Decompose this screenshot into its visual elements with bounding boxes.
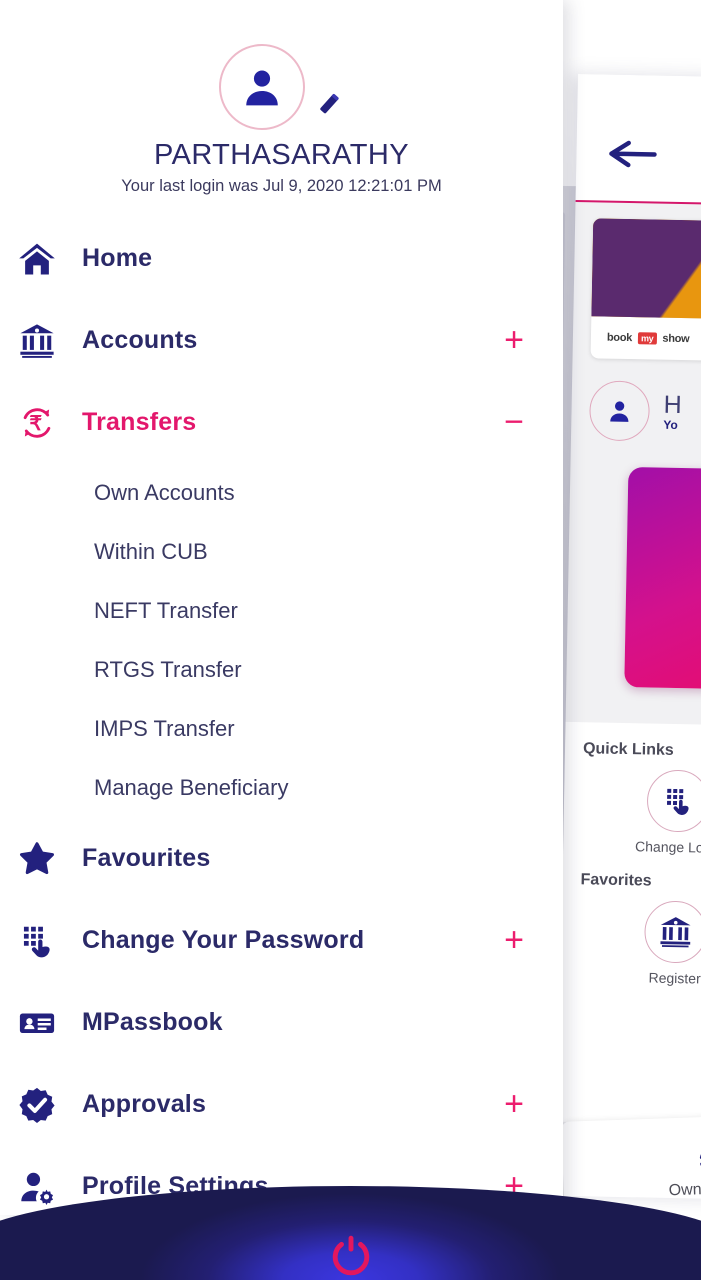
favorites-title: Favorites bbox=[580, 871, 652, 890]
home-greeting-text: H Yo bbox=[663, 390, 682, 433]
menu-item-approvals[interactable]: Approvals + bbox=[0, 1064, 563, 1146]
menu-label: Home bbox=[82, 244, 153, 273]
rupee-circle-icon: ₹ bbox=[699, 1148, 701, 1173]
submenu-item-within-cub[interactable]: Within CUB bbox=[0, 523, 563, 582]
own-accounts-card[interactable]: ₹ Own Accoun bbox=[561, 1111, 701, 1202]
submenu-item-imps-transfer[interactable]: IMPS Transfer bbox=[0, 700, 563, 759]
menu-label: Accounts bbox=[82, 326, 198, 355]
power-icon[interactable] bbox=[328, 1232, 374, 1278]
quick-link-label: Change Logo bbox=[634, 838, 701, 856]
home-gradient-card[interactable] bbox=[624, 467, 701, 692]
submenu-item-own-accounts[interactable]: Own Accounts bbox=[0, 464, 563, 523]
last-login-text: Your last login was Jul 9, 2020 12:21:01… bbox=[121, 176, 442, 195]
menu-expander[interactable]: + bbox=[499, 323, 529, 357]
menu-expander[interactable]: − bbox=[499, 405, 529, 439]
user-name: PARTHASARATHY bbox=[154, 139, 409, 171]
avatar-row bbox=[0, 44, 563, 130]
menu-label: Transfers bbox=[82, 408, 197, 437]
favorite-registered-accounts[interactable]: Register bbox=[615, 900, 701, 987]
menu-expander[interactable]: + bbox=[499, 923, 529, 957]
menu-item-change-password[interactable]: Change Your Password + bbox=[0, 900, 563, 982]
person-gear-icon bbox=[14, 1168, 60, 1206]
bookmyshow-logo-pre: book bbox=[606, 331, 633, 345]
bookmyshow-logo: book my show bbox=[591, 316, 701, 364]
menu-expander[interactable]: + bbox=[499, 1087, 529, 1121]
menu-label: Approvals bbox=[82, 1090, 207, 1119]
home-greeting-row: H Yo bbox=[588, 380, 682, 442]
menu-item-mpassbook[interactable]: MPassbook bbox=[0, 982, 563, 1064]
submenu-item-neft-transfer[interactable]: NEFT Transfer bbox=[0, 582, 563, 641]
profile-header: PARTHASARATHY Your last login was Jul 9,… bbox=[0, 0, 563, 196]
person-icon bbox=[245, 70, 278, 106]
bookmyshow-logo-chip: my bbox=[637, 332, 657, 345]
star-icon bbox=[14, 840, 60, 878]
keypad-hand-icon bbox=[14, 922, 60, 960]
bank-icon bbox=[643, 900, 701, 964]
home-greeting-line1: H bbox=[663, 390, 682, 419]
verified-check-icon bbox=[14, 1086, 60, 1124]
menu-item-accounts[interactable]: Accounts + bbox=[0, 300, 563, 382]
quick-links-title: Quick Links bbox=[582, 740, 674, 759]
navigation-drawer: PARTHASARATHY Your last login was Jul 9,… bbox=[0, 0, 563, 1215]
menu-label: Change Your Password bbox=[82, 926, 365, 955]
menu-item-home[interactable]: Home bbox=[0, 218, 563, 300]
transfers-submenu: Own Accounts Within CUB NEFT Transfer RT… bbox=[0, 464, 563, 818]
main-menu: Home Accounts + ₹ Transfers − Own Accoun… bbox=[0, 218, 563, 1215]
menu-label: MPassbook bbox=[82, 1008, 223, 1037]
home-links-section: Quick Links Change Logo Favorites Regist… bbox=[557, 721, 701, 1128]
menu-item-transfers[interactable]: ₹ Transfers − bbox=[0, 382, 563, 464]
id-card-icon bbox=[14, 1004, 60, 1042]
keypad-hand-icon bbox=[646, 769, 701, 833]
avatar[interactable] bbox=[218, 44, 305, 130]
bookmyshow-logo-post: show bbox=[662, 332, 690, 346]
person-icon bbox=[610, 401, 629, 422]
home-topbar bbox=[575, 74, 701, 208]
home-avatar[interactable] bbox=[588, 380, 651, 442]
submenu-item-rtgs-transfer[interactable]: RTGS Transfer bbox=[0, 641, 563, 700]
own-accounts-card-label: Own Accoun bbox=[668, 1179, 701, 1200]
promo-banner[interactable]: book my show bbox=[590, 218, 701, 364]
bank-icon bbox=[14, 322, 60, 360]
rupee-transfer-icon: ₹ bbox=[14, 404, 60, 442]
menu-item-favourites[interactable]: Favourites bbox=[0, 818, 563, 900]
menu-label: Favourites bbox=[82, 844, 211, 873]
pencil-edit-icon[interactable] bbox=[313, 88, 345, 120]
app-root: book my show H Yo Quick Links Change Log… bbox=[0, 0, 701, 1280]
quick-link-change-login[interactable]: Change Logo bbox=[617, 769, 701, 856]
promo-banner-image bbox=[591, 218, 701, 322]
home-greeting-line2: Yo bbox=[663, 417, 678, 433]
home-screen-panel: book my show H Yo Quick Links Change Log… bbox=[556, 74, 701, 1202]
bottom-navigation-bar bbox=[0, 1186, 701, 1280]
favorite-label: Register bbox=[648, 969, 701, 987]
submenu-item-manage-beneficiary[interactable]: Manage Beneficiary bbox=[0, 759, 563, 818]
svg-text:₹: ₹ bbox=[29, 413, 42, 435]
home-icon bbox=[14, 240, 60, 278]
back-arrow-icon[interactable] bbox=[608, 139, 659, 170]
